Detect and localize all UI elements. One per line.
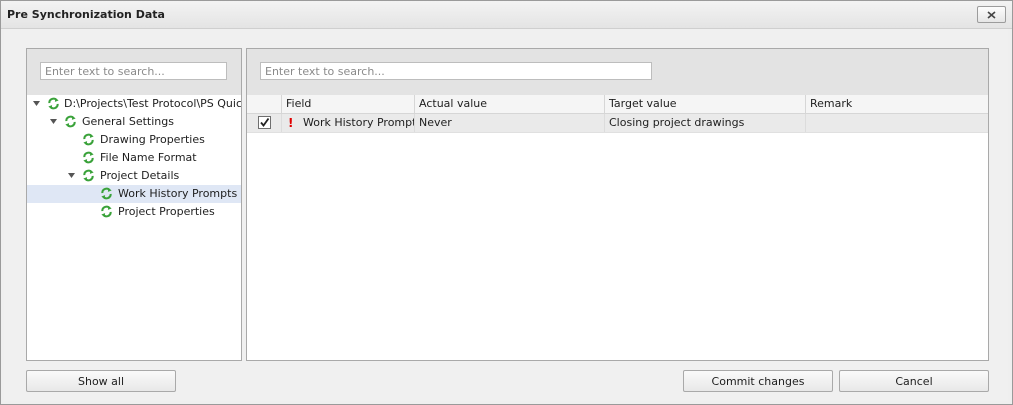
- actual-value-cell: Never: [415, 114, 605, 132]
- tree-node-label: General Settings: [82, 115, 174, 128]
- checkmark-icon: [260, 117, 270, 127]
- exclamation-icon: !: [288, 116, 294, 130]
- grid-panel: Field Actual value Target value Remark !…: [246, 48, 989, 361]
- tree-node-general-settings[interactable]: General Settings: [27, 113, 241, 131]
- close-button[interactable]: [977, 6, 1006, 23]
- column-header-target-value[interactable]: Target value: [605, 95, 806, 113]
- tree-node-root[interactable]: D:\Projects\Test Protocol\PS Quick - T: [27, 95, 241, 113]
- tree-search-bar: [27, 49, 241, 95]
- tree-node-work-history-prompts[interactable]: Work History Prompts: [27, 185, 241, 203]
- sync-icon: [101, 187, 112, 200]
- table-row[interactable]: ! Work History Prompts Never Closing pro…: [247, 114, 988, 133]
- commit-changes-button[interactable]: Commit changes: [683, 370, 833, 392]
- column-header-check[interactable]: [247, 95, 282, 113]
- tree-node-project-properties[interactable]: Project Properties: [27, 203, 241, 221]
- tree-node-project-details[interactable]: Project Details: [27, 167, 241, 185]
- tree-node-label: Work History Prompts: [118, 187, 238, 200]
- grid-search-input[interactable]: [260, 62, 652, 80]
- close-x-icon: [987, 10, 996, 19]
- sync-icon: [83, 151, 94, 164]
- sync-icon: [65, 115, 76, 128]
- sync-icon: [83, 133, 94, 146]
- grid-header: Field Actual value Target value Remark: [247, 95, 988, 114]
- tree-node-drawing-properties[interactable]: Drawing Properties: [27, 131, 241, 149]
- remark-cell: [806, 114, 988, 132]
- expand-arrow-icon[interactable]: [68, 173, 75, 178]
- tree-node-label: Project Properties: [118, 205, 215, 218]
- field-cell: ! Work History Prompts: [282, 114, 415, 132]
- field-value: Work History Prompts: [303, 116, 415, 129]
- tree-search-input[interactable]: [40, 62, 227, 80]
- row-checkbox[interactable]: [258, 116, 271, 129]
- target-value-cell: Closing project drawings: [605, 114, 806, 132]
- check-cell: [247, 114, 282, 132]
- show-all-button[interactable]: Show all: [26, 370, 176, 392]
- tree-node-label: Drawing Properties: [100, 133, 205, 146]
- grid-search-bar: [247, 49, 988, 95]
- tree-node-file-name-format[interactable]: File Name Format: [27, 149, 241, 167]
- column-header-remark[interactable]: Remark: [806, 95, 988, 113]
- tree-node-label: File Name Format: [100, 151, 197, 164]
- dialog-content: D:\Projects\Test Protocol\PS Quick - T G…: [4, 29, 1008, 401]
- sync-icon: [101, 205, 112, 218]
- pre-sync-dialog: Pre Synchronization Data Enter text to s…: [0, 0, 1013, 405]
- sync-icon: [83, 169, 94, 182]
- title-bar: Pre Synchronization Data: [1, 1, 1012, 29]
- column-header-field[interactable]: Field: [282, 95, 415, 113]
- expand-arrow-icon[interactable]: [33, 101, 40, 106]
- tree-node-label: Project Details: [100, 169, 180, 182]
- window-title: Pre Synchronization Data: [7, 8, 165, 21]
- tree-panel: D:\Projects\Test Protocol\PS Quick - T G…: [26, 48, 242, 361]
- cancel-button[interactable]: Cancel: [839, 370, 989, 392]
- tree-node-label: D:\Projects\Test Protocol\PS Quick - T: [64, 97, 241, 110]
- expand-arrow-icon[interactable]: [50, 119, 57, 124]
- column-header-actual-value[interactable]: Actual value: [415, 95, 605, 113]
- sync-icon: [48, 97, 59, 110]
